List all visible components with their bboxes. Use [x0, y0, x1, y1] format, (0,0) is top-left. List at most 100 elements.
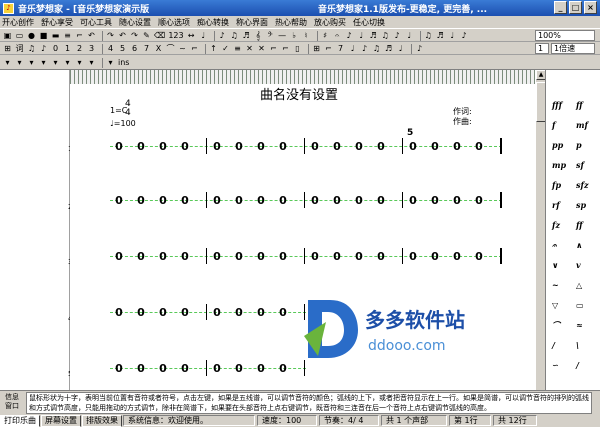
note[interactable]: 0: [158, 362, 168, 375]
staff-row[interactable]: 0000000000000000: [110, 248, 510, 264]
toolbar-button[interactable]: ♩: [448, 31, 457, 41]
tab-print[interactable]: 打印乐曲: [0, 414, 40, 427]
toolbar-button[interactable]: ⌐: [75, 31, 84, 41]
minimize-button[interactable]: _: [554, 1, 567, 14]
app-icon[interactable]: ♪: [3, 2, 14, 14]
note[interactable]: 0: [136, 250, 146, 263]
note[interactable]: 0: [212, 250, 222, 263]
note[interactable]: 0: [180, 250, 190, 263]
palette-symbol[interactable]: f: [552, 120, 555, 130]
note[interactable]: 0: [332, 250, 342, 263]
palette-symbol[interactable]: fff: [552, 100, 562, 110]
toolbar-button[interactable]: ♫: [27, 44, 36, 54]
palette-symbol[interactable]: ff: [576, 100, 583, 110]
menu-item[interactable]: 舒心享受: [41, 17, 73, 28]
note[interactable]: 0: [158, 140, 168, 153]
note[interactable]: 0: [158, 306, 168, 319]
toolbar-button[interactable]: ✕: [245, 44, 254, 54]
time-signature[interactable]: 4 4: [125, 100, 131, 118]
toolbar-button[interactable]: ♩: [348, 44, 357, 54]
note[interactable]: 0: [114, 362, 124, 375]
toolbar-button[interactable]: ♪: [39, 44, 48, 54]
toolbar-button[interactable]: 0: [51, 44, 60, 54]
note[interactable]: 0: [136, 362, 146, 375]
toolbar-button[interactable]: ins: [118, 58, 129, 68]
speed-select[interactable]: 1倍速: [551, 43, 595, 54]
note[interactable]: 0: [212, 362, 222, 375]
toolbar-button[interactable]: ♫: [372, 44, 381, 54]
toolbar-button[interactable]: ▾: [3, 58, 12, 68]
toolbar-button[interactable]: ⌫: [154, 31, 165, 41]
toolbar-button[interactable]: ⊞: [3, 44, 12, 54]
toolbar-button[interactable]: ⌒: [166, 44, 175, 54]
palette-symbol[interactable]: ≈: [576, 320, 583, 330]
song-title[interactable]: 曲名没有设置: [260, 84, 338, 103]
toolbar-button[interactable]: X: [154, 44, 163, 54]
note[interactable]: 0: [354, 250, 364, 263]
note[interactable]: 0: [354, 140, 364, 153]
note[interactable]: 0: [256, 306, 266, 319]
toolbar-button[interactable]: 3: [87, 44, 96, 54]
palette-symbol[interactable]: \: [576, 340, 579, 350]
toolbar-button[interactable]: ♬: [242, 31, 251, 41]
toolbar-button[interactable]: ♩: [199, 31, 208, 41]
note[interactable]: 0: [256, 362, 266, 375]
toolbar-button[interactable]: ✕: [257, 44, 266, 54]
menu-item[interactable]: 可心工具: [80, 17, 112, 28]
toolbar-button[interactable]: 7: [142, 44, 151, 54]
vertical-scrollbar[interactable]: ▲: [535, 70, 546, 390]
toolbar-button[interactable]: —: [278, 31, 287, 41]
toolbar-button[interactable]: ▾: [15, 58, 24, 68]
toolbar-button[interactable]: ♭: [290, 31, 299, 41]
toolbar-button[interactable]: ▾: [75, 58, 84, 68]
note[interactable]: 0: [114, 250, 124, 263]
palette-symbol[interactable]: p: [576, 140, 582, 150]
toolbar-button[interactable]: ♬: [369, 31, 378, 41]
toolbar-button[interactable]: 1: [63, 44, 72, 54]
maximize-button[interactable]: □: [569, 1, 582, 14]
palette-symbol[interactable]: ∧: [576, 240, 583, 250]
toolbar-button[interactable]: 𝄞: [254, 31, 263, 41]
note[interactable]: 0: [180, 194, 190, 207]
toolbar-button[interactable]: ⌐: [324, 44, 333, 54]
note[interactable]: 0: [452, 140, 462, 153]
toolbar-button[interactable]: ♫: [230, 31, 239, 41]
palette-symbol[interactable]: 𝄐: [552, 240, 556, 251]
palette-symbol[interactable]: mp: [552, 160, 566, 170]
toolbar-button[interactable]: ↑: [209, 44, 218, 54]
note[interactable]: 0: [114, 194, 124, 207]
close-button[interactable]: ×: [584, 1, 597, 14]
palette-symbol[interactable]: mf: [576, 120, 588, 130]
toolbar-button[interactable]: ♫: [381, 31, 390, 41]
toolbar-button[interactable]: ♯: [321, 31, 330, 41]
toolbar-button[interactable]: ≡: [63, 31, 72, 41]
composer-label[interactable]: 作曲:: [453, 116, 472, 127]
palette-symbol[interactable]: sfz: [576, 180, 589, 190]
palette-symbol[interactable]: v: [576, 260, 581, 270]
note[interactable]: 0: [354, 194, 364, 207]
palette-symbol[interactable]: ∽: [552, 360, 559, 370]
toolbar-button[interactable]: ~: [178, 44, 187, 54]
toolbar-button[interactable]: ♮: [302, 31, 311, 41]
toolbar-button[interactable]: ♪: [460, 31, 469, 41]
note[interactable]: 0: [256, 250, 266, 263]
palette-symbol[interactable]: fp: [552, 180, 561, 190]
note[interactable]: 0: [256, 140, 266, 153]
toolbar-button[interactable]: ⌐: [190, 44, 199, 54]
note[interactable]: 0: [278, 362, 288, 375]
menu-item[interactable]: 称心界面: [236, 17, 268, 28]
toolbar-button[interactable]: ▯: [293, 44, 302, 54]
note[interactable]: 0: [278, 306, 288, 319]
toolbar-button[interactable]: ▾: [27, 58, 36, 68]
note[interactable]: 0: [332, 194, 342, 207]
toolbar-button[interactable]: ≡: [233, 44, 242, 54]
note[interactable]: 0: [376, 140, 386, 153]
staff-row[interactable]: 0000000000000000: [110, 192, 510, 208]
beat-value-field[interactable]: 1: [535, 43, 549, 54]
note[interactable]: 0: [310, 140, 320, 153]
note[interactable]: 0: [278, 250, 288, 263]
note[interactable]: 0: [136, 140, 146, 153]
note[interactable]: 0: [114, 306, 124, 319]
note[interactable]: 0: [452, 194, 462, 207]
toolbar-button[interactable]: ▣: [3, 31, 12, 41]
